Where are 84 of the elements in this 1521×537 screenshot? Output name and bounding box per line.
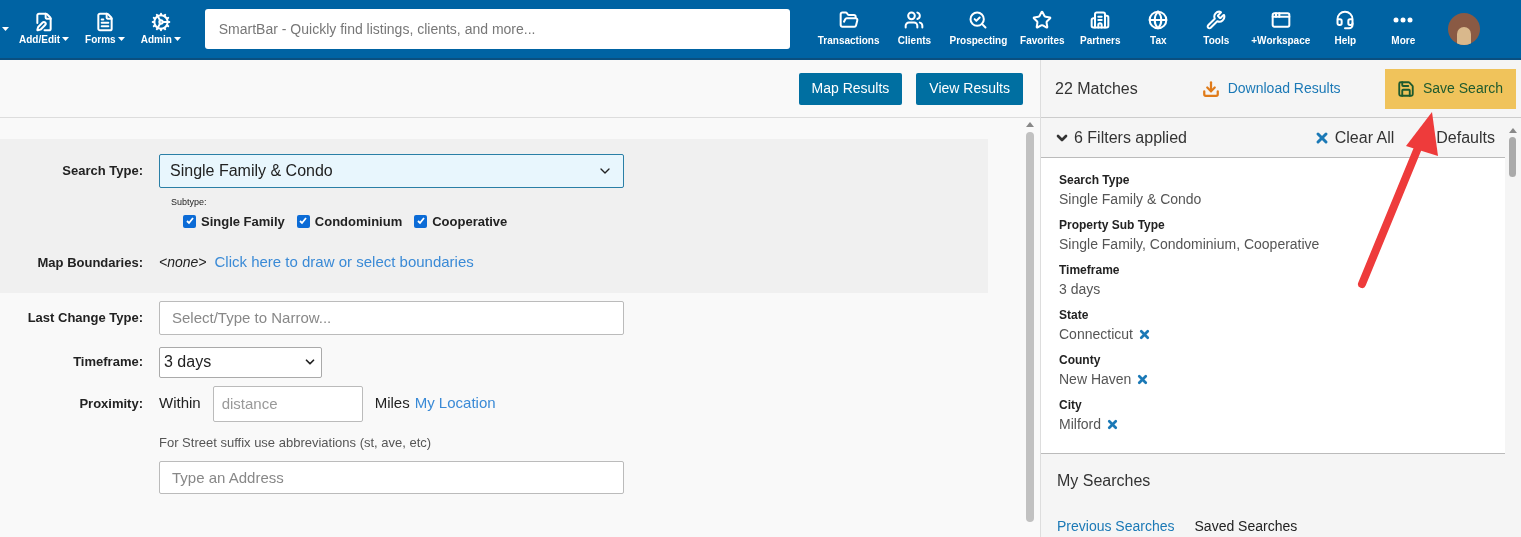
my-searches-title: My Searches <box>1057 471 1152 491</box>
nav-menu[interactable]: Admin <box>134 11 187 47</box>
remove-filter-icon[interactable] <box>1136 373 1150 386</box>
checkbox[interactable] <box>183 214 196 228</box>
checkbox-label: Cooperative <box>432 212 508 231</box>
caret-icon <box>117 37 125 41</box>
building-icon <box>1090 10 1111 30</box>
people-icon <box>904 10 925 30</box>
caret-icon <box>2 27 9 31</box>
last-change-type-field[interactable]: Select/Type to Narrow... <box>159 300 624 335</box>
checkbox-label: Condominium <box>314 212 403 231</box>
field-label: Search Type: <box>61 162 143 181</box>
more-icon <box>1393 17 1414 23</box>
smartbar-search-field[interactable]: SmartBar - Quickly find listings, clients, and more... <box>204 9 790 49</box>
nav-menu[interactable]: Forms <box>79 11 131 47</box>
filter-value: Single Family, Condominium, Cooperative <box>1059 235 1320 254</box>
nav-item[interactable]: +Workspace <box>1245 10 1317 48</box>
nav-menu[interactable]: Add/Edit <box>13 11 76 47</box>
boundaries-value: <none> <box>159 252 207 272</box>
field-label: Last Change Type: <box>26 308 143 327</box>
scrollbar-thumb[interactable] <box>1509 137 1516 177</box>
address-field[interactable]: Type an Address <box>159 461 624 494</box>
timeframe-select[interactable]: 3 days <box>159 346 322 378</box>
field-label: Map Boundaries: <box>36 253 143 272</box>
nav-item[interactable]: More <box>1374 10 1433 48</box>
caret-icon <box>173 37 181 41</box>
results-button[interactable]: Map Results <box>798 72 903 105</box>
defaults-button[interactable]: Defaults <box>1436 125 1495 150</box>
download-icon <box>1201 79 1220 98</box>
nav-item[interactable]: Help <box>1316 10 1375 48</box>
avatar[interactable] <box>1448 13 1481 45</box>
distance-field[interactable]: distance <box>212 385 363 422</box>
within-label: Within <box>159 393 201 414</box>
draw-boundaries-link[interactable]: Click here to draw or select boundaries <box>214 251 474 274</box>
results-button[interactable]: View Results <box>916 72 1023 105</box>
searches-tab[interactable]: Previous Searches <box>1057 516 1175 537</box>
globe-icon <box>1148 10 1169 30</box>
headset-icon <box>1335 10 1356 30</box>
edit-icon <box>34 11 55 32</box>
filter-name: County <box>1059 352 1102 369</box>
nav-item[interactable]: Tax <box>1129 10 1188 48</box>
remove-filter-icon[interactable] <box>1137 328 1151 341</box>
filter-name: Property Sub Type <box>1059 217 1166 234</box>
download-results-link[interactable]: Download Results <box>1201 78 1341 99</box>
remove-filter-icon[interactable] <box>1106 418 1119 431</box>
searches-tab[interactable]: Saved Searches <box>1194 516 1298 537</box>
scroll-up-icon[interactable] <box>1508 128 1517 133</box>
my-location-link[interactable]: My Location <box>414 392 496 415</box>
search-type-select[interactable]: Single Family & Condo <box>159 154 624 188</box>
subtype-label: Subtype: <box>171 196 208 209</box>
save-icon <box>1396 79 1415 98</box>
filters-toggle[interactable]: 6 Filters applied <box>1054 125 1187 150</box>
nav-item[interactable]: Prospecting <box>943 10 1014 48</box>
nav-item[interactable]: Clients <box>885 10 944 48</box>
nav-item[interactable]: Transactions <box>811 10 886 48</box>
save-search-button[interactable]: Save Search <box>1384 68 1516 109</box>
filter-name: City <box>1059 397 1083 414</box>
filter-name: State <box>1059 307 1090 324</box>
folder-icon <box>838 10 859 30</box>
scroll-up-icon[interactable] <box>1026 122 1034 127</box>
nav-item[interactable]: Tools <box>1187 10 1246 48</box>
filter-value: Single Family & Condo <box>1059 190 1202 209</box>
filter-name: Search Type <box>1059 172 1131 189</box>
filter-value: Connecticut <box>1059 325 1133 344</box>
matches-count: 22 Matches <box>1055 78 1138 99</box>
filter-value: Milford <box>1059 415 1101 434</box>
street-suffix-hint: For Street suffix use abbreviations (st, ave, etc) <box>159 433 433 452</box>
field-label: Timeframe: <box>72 353 143 372</box>
scrollbar-thumb[interactable] <box>1026 132 1034 522</box>
nav-item[interactable]: Partners <box>1071 10 1130 48</box>
miles-label: Miles <box>374 393 410 414</box>
filter-name: Timeframe <box>1059 262 1121 279</box>
field-label: Proximity: <box>78 394 143 413</box>
filter-value: 3 days <box>1059 280 1101 299</box>
caret-icon <box>62 37 70 41</box>
nav-item[interactable]: Favorites <box>1013 10 1072 48</box>
document-icon <box>94 11 115 32</box>
checkbox[interactable] <box>296 214 310 228</box>
filter-value: New Haven <box>1059 370 1132 389</box>
tools-icon <box>1206 10 1227 30</box>
star-icon <box>1032 10 1053 30</box>
checkbox-label: Single Family <box>201 212 285 231</box>
clear-all-button[interactable]: Clear All <box>1313 125 1395 150</box>
checkbox[interactable] <box>414 214 428 228</box>
